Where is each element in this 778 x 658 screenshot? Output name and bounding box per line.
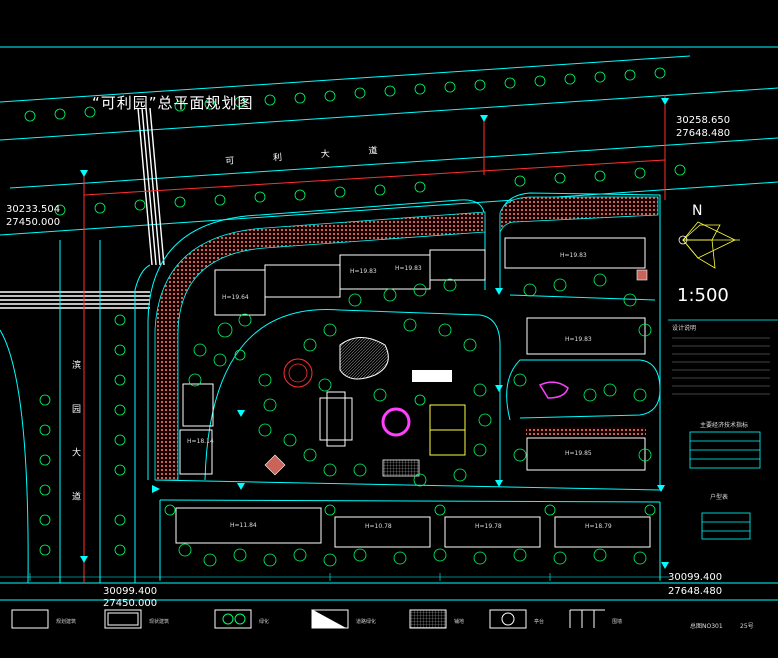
- building-label: H=19.64: [222, 294, 249, 301]
- legend-label: 亭台: [534, 619, 545, 625]
- garden-features: [264, 269, 648, 477]
- coord-top-left-x: 30233.504: [6, 204, 61, 215]
- coord-bottom-left-x: 30099.400: [103, 586, 158, 597]
- building-label: H=19.85: [565, 450, 592, 457]
- scale-label: 1:500: [677, 285, 729, 306]
- legend-label: 围墙: [612, 619, 623, 625]
- legend-symbols: [11, 609, 605, 629]
- road-trees-left: [39, 314, 126, 556]
- notes-title: 设计说明: [672, 325, 697, 332]
- building-label: H=19.83: [395, 265, 422, 272]
- coord-bottom-left-y: 27450.000: [103, 598, 158, 609]
- building-label: H=19.78: [475, 523, 502, 530]
- legend-label: 规划建筑: [56, 619, 77, 625]
- legend-label: 绿化: [259, 619, 270, 625]
- title-block: [668, 319, 778, 540]
- paving-band-right: [499, 196, 659, 233]
- coord-top-right-y: 27648.480: [676, 128, 731, 139]
- building-label: H=18.79: [585, 523, 612, 530]
- north-arrow-icon: [678, 221, 740, 269]
- paving-strip-right: [526, 427, 646, 435]
- coord-top-left-y: 27450.000: [6, 217, 61, 228]
- building-label: H=11.84: [230, 522, 257, 529]
- legend-label: 道路绿化: [356, 619, 377, 625]
- north-label: N: [692, 203, 703, 219]
- building-label: H=19.83: [350, 268, 377, 275]
- coord-bottom-right-y: 27648.480: [668, 586, 723, 597]
- table-title: 主要经济技术指标: [700, 422, 749, 429]
- building-label: H=10.78: [365, 523, 392, 530]
- building-label: H=18.14: [187, 438, 214, 445]
- building-label: H=19.83: [565, 336, 592, 343]
- road-name-left: 滨 园 大 道: [70, 360, 80, 517]
- building-label: H=19.83: [560, 252, 587, 259]
- plan-canvas: “可利园”总平面规划图 可 利 大 道 滨 园 大 道 30258.650 27…: [0, 0, 778, 658]
- sheet-number: 25号: [740, 623, 754, 630]
- legend-label: 铺地: [454, 619, 465, 625]
- drawing-number: 总图NO301: [690, 623, 723, 630]
- table2-title: 户型表: [710, 494, 729, 501]
- legend-label: 现状建筑: [149, 619, 170, 625]
- coord-bottom-right-x: 30099.400: [668, 572, 723, 583]
- plan-title: “可利园”总平面规划图: [92, 94, 254, 112]
- coord-top-right-x: 30258.650: [676, 115, 731, 126]
- notes-text-lines: [672, 337, 770, 395]
